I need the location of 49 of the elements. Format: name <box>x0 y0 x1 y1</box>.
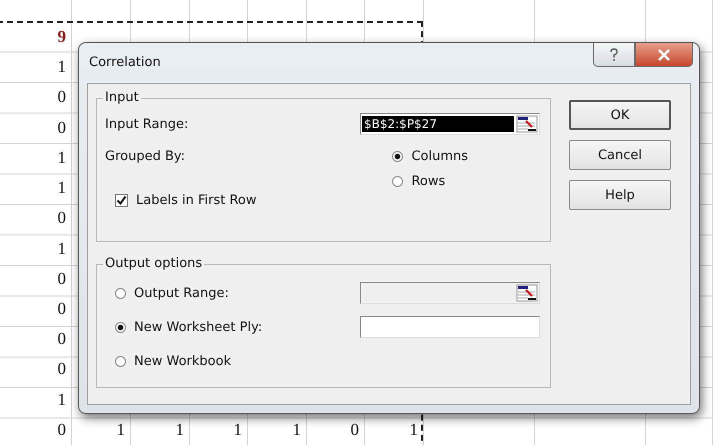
help-button[interactable] <box>593 43 635 67</box>
checkbox-label[interactable]: Labels in First Row <box>136 193 256 208</box>
close-icon <box>657 48 671 60</box>
input-field[interactable] <box>360 316 540 338</box>
table-cell: 0 <box>58 359 66 380</box>
table-cell: 0 <box>58 118 66 138</box>
table-cell: 1 <box>58 238 66 259</box>
field-label: Grouped By: <box>105 149 186 166</box>
radio-button[interactable] <box>392 151 404 162</box>
field-label: Input Range: <box>105 116 188 132</box>
table-cell: 1 <box>176 420 184 440</box>
group-label: Output options <box>103 256 204 271</box>
table-cell: 1 <box>58 57 66 78</box>
table-cell: 9 <box>58 26 66 47</box>
help-icon <box>609 48 619 62</box>
range-picker-icon[interactable] <box>516 115 538 133</box>
table-cell: 1 <box>116 420 125 440</box>
range-picker-icon[interactable] <box>516 284 538 302</box>
radio-button[interactable] <box>115 356 126 366</box>
group-label: Input <box>103 90 141 105</box>
table-cell: 1 <box>58 178 66 198</box>
table-cell: 0 <box>58 268 66 289</box>
radio-button[interactable] <box>115 322 126 332</box>
dialog-button[interactable]: OK <box>569 100 671 130</box>
dialog-button[interactable]: Help <box>569 180 671 210</box>
dialog-button[interactable]: Cancel <box>569 140 671 170</box>
table-cell: 1 <box>58 390 66 410</box>
radio-button[interactable] <box>392 176 404 187</box>
radio-label[interactable]: Rows <box>411 174 446 189</box>
radio-label[interactable]: New Workbook <box>134 354 232 368</box>
table-cell: 0 <box>350 420 359 440</box>
radio-label[interactable]: New Worksheet Ply: <box>134 320 262 334</box>
input-field[interactable]: $B$2:$P$27 <box>360 113 540 135</box>
close-button[interactable] <box>635 43 693 67</box>
table-cell: 0 <box>58 208 66 228</box>
table-cell: 0 <box>58 299 66 320</box>
checkbox[interactable] <box>115 194 128 207</box>
table-cell: 0 <box>58 420 66 440</box>
table-cell: 1 <box>292 420 301 440</box>
table-cell: 1 <box>58 148 66 168</box>
input-field[interactable] <box>360 282 540 304</box>
radio-label[interactable]: Columns <box>411 149 468 164</box>
table-cell: 1 <box>234 420 242 440</box>
table-cell: 1 <box>410 420 418 440</box>
table-cell: 0 <box>58 329 66 350</box>
radio-button[interactable] <box>115 288 126 298</box>
table-cell: 0 <box>58 87 66 108</box>
radio-label[interactable]: Output Range: <box>134 286 229 300</box>
window-title: Correlation <box>89 55 161 70</box>
